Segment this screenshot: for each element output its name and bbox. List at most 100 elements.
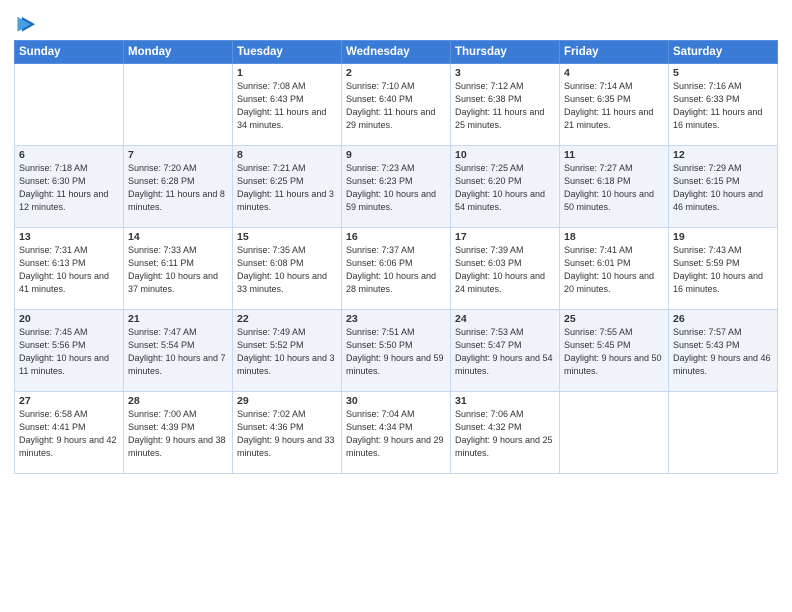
calendar-cell: 22 Sunrise: 7:49 AM Sunset: 5:52 PM Dayl…	[233, 310, 342, 392]
calendar-cell	[124, 64, 233, 146]
sunset-label: Sunset: 6:38 PM	[455, 94, 522, 104]
sunrise-label: Sunrise: 7:16 AM	[673, 81, 742, 91]
day-number: 23	[346, 313, 446, 325]
sunrise-label: Sunrise: 7:12 AM	[455, 81, 524, 91]
sunset-label: Sunset: 6:11 PM	[128, 258, 194, 268]
calendar-cell: 10 Sunrise: 7:25 AM Sunset: 6:20 PM Dayl…	[451, 146, 560, 228]
day-info: Sunrise: 7:55 AM Sunset: 5:45 PM Dayligh…	[564, 326, 664, 378]
day-info: Sunrise: 6:58 AM Sunset: 4:41 PM Dayligh…	[19, 408, 119, 460]
daylight-label: Daylight: 10 hours and 54 minutes.	[455, 189, 545, 212]
weekday-header: Monday	[124, 41, 233, 64]
calendar-table: SundayMondayTuesdayWednesdayThursdayFrid…	[14, 40, 778, 474]
sunset-label: Sunset: 4:34 PM	[346, 422, 413, 432]
sunrise-label: Sunrise: 7:51 AM	[346, 327, 415, 337]
calendar-cell: 16 Sunrise: 7:37 AM Sunset: 6:06 PM Dayl…	[342, 228, 451, 310]
day-number: 12	[673, 149, 773, 161]
day-info: Sunrise: 7:53 AM Sunset: 5:47 PM Dayligh…	[455, 326, 555, 378]
day-number: 9	[346, 149, 446, 161]
calendar-cell: 2 Sunrise: 7:10 AM Sunset: 6:40 PM Dayli…	[342, 64, 451, 146]
day-number: 26	[673, 313, 773, 325]
header	[14, 10, 778, 36]
sunrise-label: Sunrise: 7:37 AM	[346, 245, 415, 255]
day-info: Sunrise: 7:39 AM Sunset: 6:03 PM Dayligh…	[455, 244, 555, 296]
day-info: Sunrise: 7:12 AM Sunset: 6:38 PM Dayligh…	[455, 80, 555, 132]
sunset-label: Sunset: 6:15 PM	[673, 176, 740, 186]
page: SundayMondayTuesdayWednesdayThursdayFrid…	[0, 0, 792, 612]
weekday-header: Saturday	[669, 41, 778, 64]
weekday-header: Thursday	[451, 41, 560, 64]
calendar-week-row: 20 Sunrise: 7:45 AM Sunset: 5:56 PM Dayl…	[15, 310, 778, 392]
sunset-label: Sunset: 5:59 PM	[673, 258, 740, 268]
day-number: 28	[128, 395, 228, 407]
day-number: 1	[237, 67, 337, 79]
day-info: Sunrise: 7:20 AM Sunset: 6:28 PM Dayligh…	[128, 162, 228, 214]
calendar-cell: 20 Sunrise: 7:45 AM Sunset: 5:56 PM Dayl…	[15, 310, 124, 392]
calendar-cell: 19 Sunrise: 7:43 AM Sunset: 5:59 PM Dayl…	[669, 228, 778, 310]
day-number: 15	[237, 231, 337, 243]
sunset-label: Sunset: 4:32 PM	[455, 422, 522, 432]
daylight-label: Daylight: 10 hours and 16 minutes.	[673, 271, 763, 294]
day-info: Sunrise: 7:27 AM Sunset: 6:18 PM Dayligh…	[564, 162, 664, 214]
daylight-label: Daylight: 10 hours and 7 minutes.	[128, 353, 226, 376]
sunrise-label: Sunrise: 7:10 AM	[346, 81, 415, 91]
sunrise-label: Sunrise: 7:39 AM	[455, 245, 524, 255]
daylight-label: Daylight: 10 hours and 33 minutes.	[237, 271, 327, 294]
sunrise-label: Sunrise: 7:35 AM	[237, 245, 306, 255]
sunrise-label: Sunrise: 7:06 AM	[455, 409, 524, 419]
sunset-label: Sunset: 4:36 PM	[237, 422, 304, 432]
day-number: 29	[237, 395, 337, 407]
sunrise-label: Sunrise: 7:20 AM	[128, 163, 197, 173]
daylight-label: Daylight: 10 hours and 59 minutes.	[346, 189, 436, 212]
day-info: Sunrise: 7:18 AM Sunset: 6:30 PM Dayligh…	[19, 162, 119, 214]
calendar-cell	[669, 392, 778, 474]
day-number: 22	[237, 313, 337, 325]
sunrise-label: Sunrise: 7:31 AM	[19, 245, 88, 255]
calendar-cell: 28 Sunrise: 7:00 AM Sunset: 4:39 PM Dayl…	[124, 392, 233, 474]
sunrise-label: Sunrise: 7:53 AM	[455, 327, 524, 337]
day-info: Sunrise: 7:14 AM Sunset: 6:35 PM Dayligh…	[564, 80, 664, 132]
sunrise-label: Sunrise: 7:47 AM	[128, 327, 197, 337]
day-info: Sunrise: 7:51 AM Sunset: 5:50 PM Dayligh…	[346, 326, 446, 378]
calendar-week-row: 13 Sunrise: 7:31 AM Sunset: 6:13 PM Dayl…	[15, 228, 778, 310]
sunrise-label: Sunrise: 7:25 AM	[455, 163, 524, 173]
day-info: Sunrise: 7:00 AM Sunset: 4:39 PM Dayligh…	[128, 408, 228, 460]
sunrise-label: Sunrise: 6:58 AM	[19, 409, 88, 419]
day-number: 13	[19, 231, 119, 243]
day-info: Sunrise: 7:23 AM Sunset: 6:23 PM Dayligh…	[346, 162, 446, 214]
sunset-label: Sunset: 5:54 PM	[128, 340, 195, 350]
sunset-label: Sunset: 6:40 PM	[346, 94, 413, 104]
daylight-label: Daylight: 9 hours and 33 minutes.	[237, 435, 335, 458]
sunrise-label: Sunrise: 7:45 AM	[19, 327, 88, 337]
sunset-label: Sunset: 4:41 PM	[19, 422, 86, 432]
sunset-label: Sunset: 6:25 PM	[237, 176, 304, 186]
calendar-cell: 21 Sunrise: 7:47 AM Sunset: 5:54 PM Dayl…	[124, 310, 233, 392]
calendar-cell: 31 Sunrise: 7:06 AM Sunset: 4:32 PM Dayl…	[451, 392, 560, 474]
day-number: 19	[673, 231, 773, 243]
day-info: Sunrise: 7:49 AM Sunset: 5:52 PM Dayligh…	[237, 326, 337, 378]
calendar-body: 1 Sunrise: 7:08 AM Sunset: 6:43 PM Dayli…	[15, 64, 778, 474]
calendar-cell: 11 Sunrise: 7:27 AM Sunset: 6:18 PM Dayl…	[560, 146, 669, 228]
daylight-label: Daylight: 11 hours and 16 minutes.	[673, 107, 762, 130]
calendar-cell: 6 Sunrise: 7:18 AM Sunset: 6:30 PM Dayli…	[15, 146, 124, 228]
day-info: Sunrise: 7:33 AM Sunset: 6:11 PM Dayligh…	[128, 244, 228, 296]
sunset-label: Sunset: 6:06 PM	[346, 258, 413, 268]
calendar-cell: 29 Sunrise: 7:02 AM Sunset: 4:36 PM Dayl…	[233, 392, 342, 474]
day-info: Sunrise: 7:35 AM Sunset: 6:08 PM Dayligh…	[237, 244, 337, 296]
day-number: 11	[564, 149, 664, 161]
day-number: 17	[455, 231, 555, 243]
calendar-week-row: 6 Sunrise: 7:18 AM Sunset: 6:30 PM Dayli…	[15, 146, 778, 228]
day-number: 10	[455, 149, 555, 161]
day-number: 27	[19, 395, 119, 407]
sunset-label: Sunset: 4:39 PM	[128, 422, 195, 432]
day-number: 31	[455, 395, 555, 407]
day-info: Sunrise: 7:45 AM Sunset: 5:56 PM Dayligh…	[19, 326, 119, 378]
calendar-cell: 9 Sunrise: 7:23 AM Sunset: 6:23 PM Dayli…	[342, 146, 451, 228]
day-info: Sunrise: 7:37 AM Sunset: 6:06 PM Dayligh…	[346, 244, 446, 296]
sunset-label: Sunset: 6:28 PM	[128, 176, 195, 186]
sunset-label: Sunset: 5:47 PM	[455, 340, 522, 350]
daylight-label: Daylight: 9 hours and 59 minutes.	[346, 353, 444, 376]
day-info: Sunrise: 7:02 AM Sunset: 4:36 PM Dayligh…	[237, 408, 337, 460]
logo	[14, 14, 38, 36]
daylight-label: Daylight: 10 hours and 41 minutes.	[19, 271, 109, 294]
sunset-label: Sunset: 5:45 PM	[564, 340, 631, 350]
